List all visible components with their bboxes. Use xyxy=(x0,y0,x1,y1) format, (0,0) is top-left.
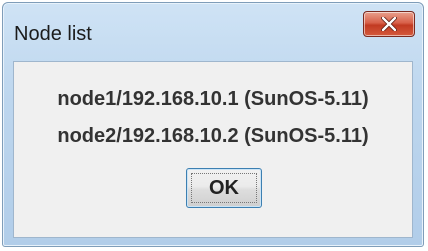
close-icon xyxy=(381,17,397,31)
title-bar[interactable]: Node list xyxy=(3,3,423,61)
ok-button-label: OK xyxy=(209,176,239,199)
dialog-content: node1/192.168.10.1 (SunOS-5.11) node2/19… xyxy=(13,61,413,238)
dialog-title: Node list xyxy=(14,23,92,45)
node-item: node1/192.168.10.1 (SunOS-5.11) xyxy=(57,88,369,110)
node-list-dialog: Node list node1/192.168.10.1 (SunOS-5.11… xyxy=(2,2,424,247)
close-button[interactable] xyxy=(363,11,415,37)
node-item: node2/192.168.10.2 (SunOS-5.11) xyxy=(57,125,369,147)
ok-button[interactable]: OK xyxy=(186,168,262,208)
